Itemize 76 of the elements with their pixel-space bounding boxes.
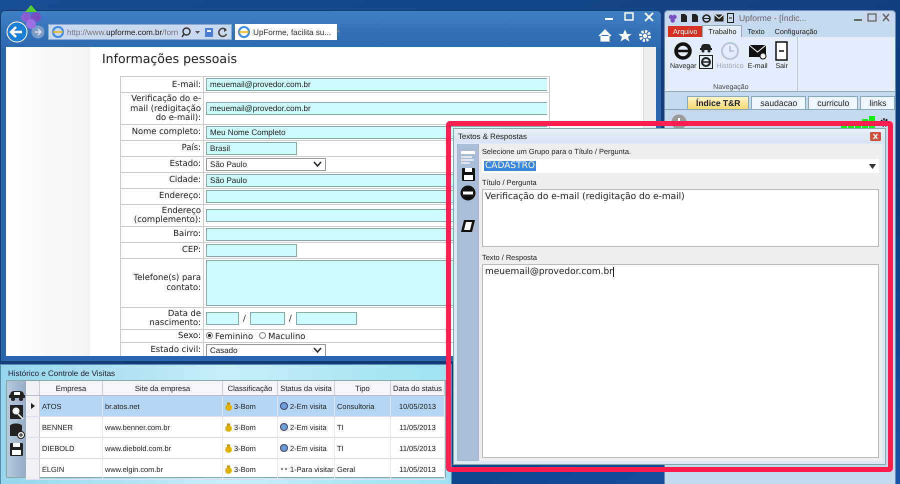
tab-title: UpForme, facilita su... xyxy=(253,28,331,36)
field-label: E-mail: xyxy=(172,78,201,89)
url-text: http://www.upforme.com.br/forn xyxy=(67,28,178,36)
day-field[interactable] xyxy=(206,312,239,324)
star-icon[interactable] xyxy=(618,29,632,42)
exit-icon[interactable] xyxy=(727,13,734,23)
document-tab[interactable]: curriculo xyxy=(808,96,858,109)
close-icon[interactable] xyxy=(870,132,881,140)
field-label: Bairro: xyxy=(173,228,201,238)
browser-tab[interactable]: UpForme, facilita su... × xyxy=(235,24,338,40)
field-label: Estado: xyxy=(170,158,201,168)
window-title: Histórico e Controle de Visitas xyxy=(7,368,116,380)
input-field[interactable]: Brasil xyxy=(206,142,297,154)
date-separator: / xyxy=(243,313,246,323)
eraser-icon[interactable] xyxy=(460,219,476,233)
document-tab[interactable]: Índice T&R xyxy=(687,96,750,109)
minus-circle-icon[interactable] xyxy=(460,185,476,201)
search-icon[interactable] xyxy=(181,26,192,38)
field-label: Data de nascimento: xyxy=(149,308,201,327)
chevron-down-icon xyxy=(313,347,322,353)
field-label: Cidade: xyxy=(169,174,201,184)
radio-option[interactable]: Maculino xyxy=(259,330,306,340)
radio-option[interactable]: Feminino xyxy=(206,330,254,340)
field-label: Estado civil: xyxy=(150,344,201,354)
chevron-down-icon xyxy=(313,161,322,167)
question-text-area[interactable]: Verificação do e-mail (redigitação do e-mail) xyxy=(482,189,879,247)
grape-icon[interactable] xyxy=(668,14,677,22)
field-label: Endereço: xyxy=(158,190,201,200)
grape-logo-icon xyxy=(18,4,44,30)
save-icon[interactable] xyxy=(9,442,24,457)
refresh-icon[interactable] xyxy=(217,26,228,38)
save-icon[interactable] xyxy=(460,167,476,182)
coin-bag-icon xyxy=(225,422,232,432)
field-label: País: xyxy=(182,142,201,152)
row-pointer-icon xyxy=(30,403,34,409)
clock-icon xyxy=(720,41,740,61)
coin-bag-icon xyxy=(225,444,232,452)
document-tab[interactable]: saudacao xyxy=(751,96,806,109)
input-field[interactable]: meuemail@provedor.com.br xyxy=(206,78,547,91)
year-field[interactable] xyxy=(296,312,357,324)
section-heading: Informações pessoais xyxy=(102,51,238,66)
field-label: Nome completo: xyxy=(132,126,201,136)
dropdown-caret-icon xyxy=(869,164,876,168)
window-title: Upforme - [Índic... xyxy=(739,13,807,23)
car-icon[interactable] xyxy=(699,41,714,53)
document-tab[interactable]: links xyxy=(860,96,896,109)
settings-icon[interactable] xyxy=(880,118,889,126)
input-field[interactable] xyxy=(206,244,297,256)
input-field[interactable]: meuemail@provedor.com.br xyxy=(206,102,547,115)
month-field[interactable] xyxy=(250,312,285,324)
page-icon[interactable] xyxy=(204,26,214,38)
field-label: Endereço (complemento): xyxy=(134,204,201,224)
field-label: Verificação do e-mail (redigitação do e-mail): xyxy=(130,93,201,122)
dropdown-field[interactable]: São Paulo xyxy=(206,158,326,170)
database-add-icon[interactable] xyxy=(8,423,24,439)
coin-bag-icon xyxy=(225,464,232,474)
maximize-icon[interactable] xyxy=(866,13,878,23)
date-separator: / xyxy=(288,313,292,323)
globe-icon xyxy=(280,444,288,452)
mail-icon[interactable] xyxy=(714,14,724,22)
field-label: Telefone(s) para contato: xyxy=(134,272,201,292)
close-icon[interactable] xyxy=(880,13,892,23)
address-field[interactable]: http://www.upforme.com.br/forn xyxy=(48,24,232,40)
forward-arrow-icon[interactable] xyxy=(31,25,45,39)
globe-icon xyxy=(280,402,288,410)
dots-icon xyxy=(280,465,288,473)
answer-text-area[interactable]: meuemail@provedor.com.br xyxy=(482,264,879,458)
group-dropdown[interactable]: CADASTRO xyxy=(482,159,879,173)
field-label: Sexo: xyxy=(178,330,201,340)
coin-bag-icon xyxy=(225,402,232,410)
globe-icon xyxy=(280,423,288,431)
search-icon[interactable] xyxy=(8,404,24,420)
dropdown-field[interactable]: Casado xyxy=(206,344,326,356)
field-label: CEP: xyxy=(182,244,201,254)
dropdown-caret-icon[interactable] xyxy=(194,29,202,35)
home-icon[interactable] xyxy=(598,29,612,42)
